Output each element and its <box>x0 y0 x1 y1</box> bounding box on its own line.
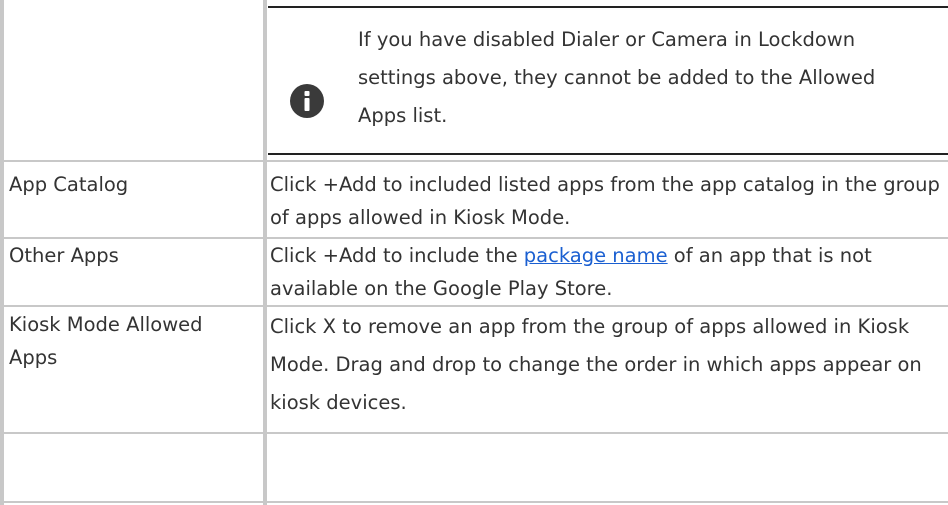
note-top-rule <box>268 6 948 8</box>
empty-row <box>4 434 948 501</box>
row-border <box>0 160 948 162</box>
table-column-divider <box>263 0 267 505</box>
package-name-link[interactable]: package name <box>524 244 668 267</box>
row-border <box>0 501 948 503</box>
row-border <box>0 305 948 307</box>
note-text: If you have disabled Dialer or Camera in… <box>358 28 876 127</box>
info-icon <box>290 84 324 118</box>
row-description-other-apps: Click +Add to include the package name o… <box>270 239 948 305</box>
row-description-app-catalog: Click +Add to included listed apps from … <box>270 173 940 229</box>
row-label-app-catalog: App Catalog <box>9 173 129 196</box>
description-text: Click +Add to include the <box>270 244 524 267</box>
row-label-other-apps: Other Apps <box>9 244 119 267</box>
settings-table: If you have disabled Dialer or Camera in… <box>0 0 948 505</box>
table-left-border <box>0 0 4 505</box>
row-label-kiosk-mode-allowed-apps: Kiosk Mode Allowed Apps <box>9 313 203 369</box>
note-bottom-rule <box>268 153 948 155</box>
row-description-kiosk-mode-allowed-apps: Click X to remove an app from the group … <box>270 315 922 414</box>
